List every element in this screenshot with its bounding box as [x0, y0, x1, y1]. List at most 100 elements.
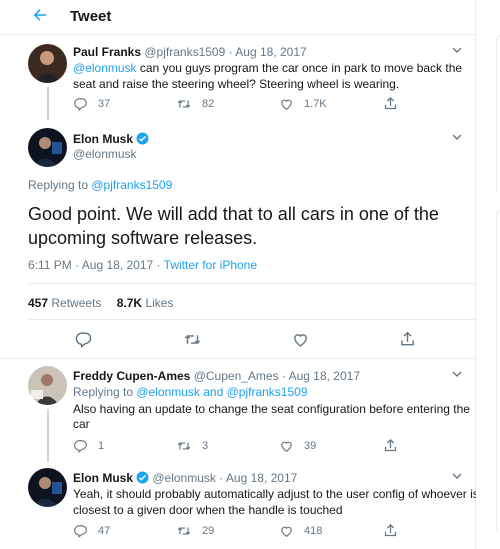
share-action[interactable]: [383, 523, 408, 538]
avatar-paul-franks[interactable]: [28, 44, 67, 83]
likes-label: Likes: [145, 296, 174, 310]
tweet-date[interactable]: Aug 18, 2017: [235, 45, 306, 59]
reply-icon[interactable]: [75, 331, 92, 348]
reply-icon: [74, 440, 87, 453]
author-handle[interactable]: @Cupen_Ames: [194, 369, 279, 383]
divider: [0, 358, 475, 359]
retweets-label: Retweets: [51, 296, 102, 310]
verified-badge-icon: [136, 471, 149, 484]
retweet-icon: [177, 527, 191, 535]
separator-dot: ·: [281, 369, 286, 383]
sidebar-card-edge: [496, 210, 500, 531]
retweet-count: 3: [202, 440, 209, 452]
retweets-stat[interactable]: 457 Retweets: [28, 296, 101, 310]
reply-action[interactable]: 1: [73, 439, 104, 453]
reply2-text-line1: Yeah, it should probably automatically a…: [73, 487, 479, 501]
mention-link[interactable]: @elonmusk: [73, 61, 137, 75]
retweet-total: 457: [28, 296, 49, 310]
main-tweet-timestamp: 6:11 PM · Aug 18, 2017 · Twitter for iPh…: [28, 257, 257, 274]
reply-count: 1: [98, 440, 105, 452]
reply-action[interactable]: 47: [73, 524, 110, 538]
replying-to-label: Replying to: [28, 178, 92, 192]
retweet-action[interactable]: 3: [176, 439, 208, 453]
reply-count: 37: [98, 98, 111, 110]
sidebar-edge: [476, 0, 500, 549]
chevron-down-icon[interactable]: [452, 370, 462, 378]
share-icon: [384, 438, 397, 452]
reply1-text-line1: Also having an update to change the seat…: [73, 402, 470, 416]
like-action[interactable]: 1.7K: [279, 97, 327, 111]
author-handle[interactable]: @elonmusk: [152, 471, 216, 485]
parent-tweet-text-line2: seat and raise the steering wheel? Steer…: [73, 77, 400, 91]
retweet-action[interactable]: 82: [176, 97, 214, 111]
replying-to-label: Replying to: [73, 385, 137, 399]
replying-to-link[interactable]: @pjfranks1509: [91, 178, 172, 192]
share-icon[interactable]: [399, 330, 416, 348]
avatar-elon-musk[interactable]: [28, 468, 67, 507]
avatar-elon-musk[interactable]: [28, 128, 67, 167]
divider: [28, 319, 475, 320]
page-header: Tweet: [0, 0, 475, 35]
like-count: 39: [304, 440, 317, 452]
share-icon: [384, 523, 397, 537]
page-title: Tweet: [70, 8, 112, 25]
main-tweet-text-line1: Good point. We will add that to all cars…: [28, 204, 439, 224]
chevron-down-icon[interactable]: [452, 46, 462, 54]
tweet-time[interactable]: 6:11 PM · Aug 18, 2017 ·: [28, 258, 164, 272]
thread-line: [47, 409, 49, 462]
author-name[interactable]: Elon Musk: [73, 132, 133, 146]
retweet-action[interactable]: 29: [176, 524, 214, 538]
retweet-icon: [177, 100, 191, 108]
like-icon: [281, 526, 292, 537]
share-action[interactable]: [383, 438, 408, 453]
avatar-freddy-cupen-ames[interactable]: [28, 366, 67, 405]
chevron-down-icon[interactable]: [452, 472, 462, 480]
separator-dot: ·: [219, 471, 224, 485]
author-name[interactable]: Elon Musk: [73, 471, 133, 485]
share-action[interactable]: [383, 96, 408, 111]
reply-icon: [74, 525, 87, 538]
tweet-date[interactable]: Aug 18, 2017: [289, 369, 360, 383]
reply-action[interactable]: 37: [73, 97, 110, 111]
like-icon: [281, 441, 292, 452]
tweet-source[interactable]: Twitter for iPhone: [164, 258, 257, 272]
engagement-stats: 457 Retweets 8.7K Likes: [28, 295, 173, 312]
reply2-header: Elon Musk @elonmusk · Aug 18, 2017: [73, 470, 297, 487]
divider: [28, 283, 475, 284]
separator-dot: ·: [228, 45, 233, 59]
reply1-header: Freddy Cupen-Ames @Cupen_Ames · Aug 18, …: [73, 368, 360, 385]
like-action[interactable]: 39: [279, 439, 316, 453]
like-count: 418: [304, 525, 323, 537]
share-icon: [384, 96, 397, 110]
author-handle[interactable]: @pjfranks1509: [144, 45, 225, 59]
retweet-count: 29: [202, 525, 215, 537]
sidebar-card-edge: [496, 35, 500, 191]
tweet-text: can you guys program the car once in par…: [136, 61, 463, 75]
parent-tweet-header: Paul Franks @pjfranks1509 · Aug 18, 2017: [73, 44, 307, 61]
retweet-count: 82: [202, 98, 215, 110]
replying-to-line: Replying to @pjfranks1509: [28, 177, 172, 194]
author-handle[interactable]: @elonmusk: [73, 146, 137, 163]
reply-icon: [74, 98, 87, 111]
reply2-text-line2: closest to a given door when the handle …: [73, 503, 343, 517]
like-icon[interactable]: [292, 331, 309, 348]
chevron-down-icon[interactable]: [452, 133, 462, 141]
replying-to-link[interactable]: @elonmusk and @pjfranks1509: [136, 385, 307, 399]
main-tweet-text-line2: upcoming software releases.: [28, 228, 258, 248]
retweet-icon[interactable]: [183, 331, 202, 348]
like-action[interactable]: 418: [279, 524, 322, 538]
like-count: 1.7K: [304, 98, 327, 110]
thread-line: [47, 87, 49, 120]
reply1-replying-to: Replying to @elonmusk and @pjfranks1509: [73, 384, 308, 401]
author-name[interactable]: Paul Franks: [73, 45, 141, 59]
tweet-column: Tweet Paul Franks @pjfranks1509 · Aug 18…: [0, 0, 479, 549]
parent-tweet-text-line1: @elonmusk can you guys program the car o…: [73, 60, 462, 77]
retweet-icon: [177, 442, 191, 450]
like-total: 8.7K: [116, 296, 143, 310]
author-name[interactable]: Freddy Cupen-Ames: [73, 369, 190, 383]
verified-badge-icon: [136, 132, 149, 145]
reply-count: 47: [98, 525, 111, 537]
likes-stat[interactable]: 8.7K Likes: [117, 296, 174, 310]
tweet-date[interactable]: Aug 18, 2017: [226, 471, 297, 485]
back-arrow-icon[interactable]: [31, 5, 49, 25]
